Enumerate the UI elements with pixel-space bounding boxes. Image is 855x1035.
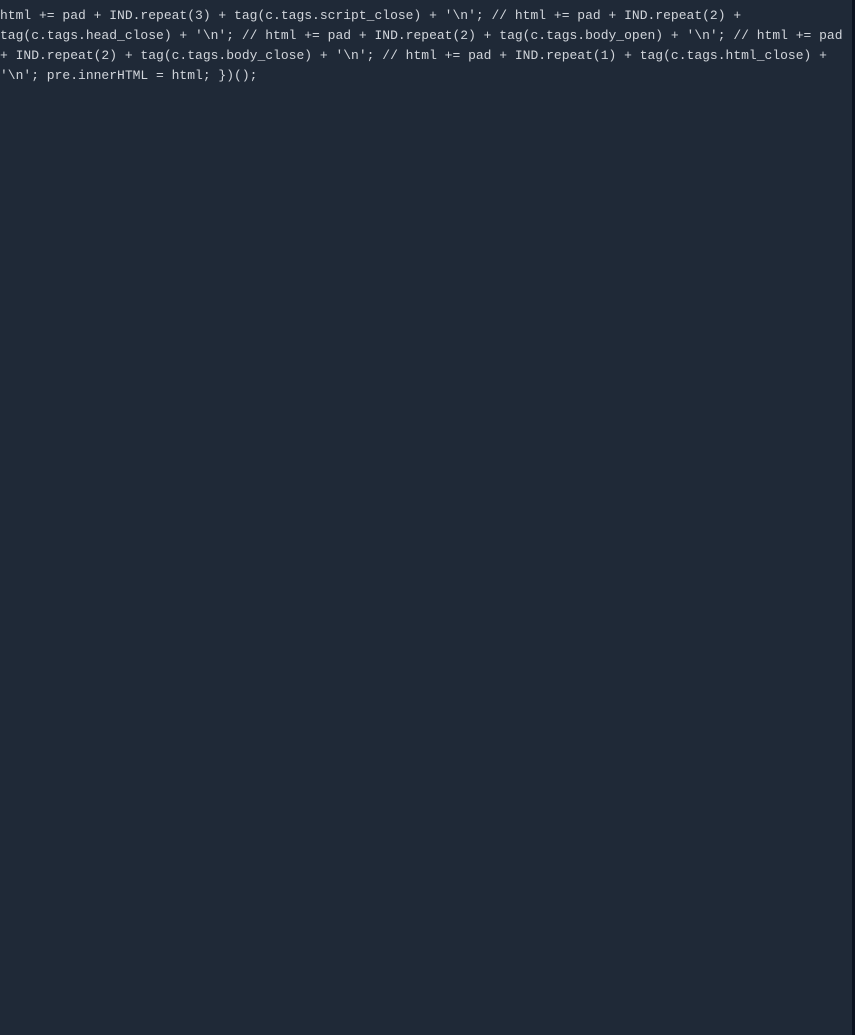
code-block[interactable] [0, 0, 852, 6]
